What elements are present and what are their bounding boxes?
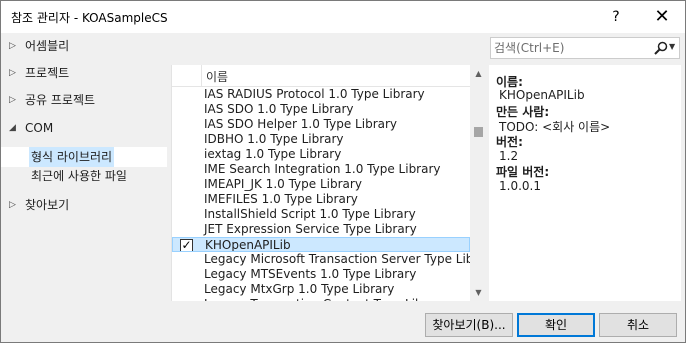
window-title: 참조 관리자 - KOASampleCS xyxy=(11,11,168,25)
list-row[interactable]: IAS SDO 1.0 Type Library xyxy=(172,102,470,117)
detail-file-version-value: 1.0.0.1 xyxy=(499,179,541,193)
list-row[interactable]: InstallShield Script 1.0 Type Library xyxy=(172,207,470,222)
details-pane: 이름: KHOpenAPILib 만든 사람: TODO: <회사 이름> 버전… xyxy=(489,65,681,301)
row-name: IDBHO 1.0 Type Library xyxy=(204,132,344,146)
row-name: IME Search Integration 1.0 Type Library xyxy=(204,162,441,176)
expand-arrow-icon[interactable]: ▷ xyxy=(9,194,19,216)
scroll-up-arrow-icon[interactable]: ▲ xyxy=(470,65,487,82)
browse-button[interactable]: 찾아보기(B)... xyxy=(425,313,513,337)
scroll-thumb[interactable] xyxy=(474,127,483,137)
title-bar: 참조 관리자 - KOASampleCS ? ✕ xyxy=(1,1,685,33)
list-row[interactable]: IAS RADIUS Protocol 1.0 Type Library xyxy=(172,87,470,102)
list-header: 이름 xyxy=(172,65,470,87)
list-row[interactable]: IDBHO 1.0 Type Library xyxy=(172,132,470,147)
row-name: JET Expression Service Type Library xyxy=(204,222,417,236)
list-row[interactable]: IME Search Integration 1.0 Type Library xyxy=(172,162,470,177)
list-row[interactable]: Legacy MTSEvents 1.0 Type Library xyxy=(172,267,470,282)
detail-version-value: 1.2 xyxy=(499,149,519,163)
type-library-list: 이름 IAS RADIUS Protocol 1.0 Type Library I… xyxy=(171,65,487,301)
nav-subitem-label: 최근에 사용한 파일 xyxy=(31,169,127,183)
search-input[interactable] xyxy=(494,40,644,56)
expand-arrow-icon[interactable]: ▷ xyxy=(9,89,19,111)
ok-button[interactable]: 확인 xyxy=(517,313,595,337)
cancel-button[interactable]: 취소 xyxy=(599,313,677,337)
row-name: Legacy Microsoft Transaction Server Type… xyxy=(204,252,470,266)
nav-item-com[interactable]: ◢ COM xyxy=(1,117,167,139)
name-column-header[interactable]: 이름 xyxy=(206,68,228,85)
list-row[interactable]: ✓ KHOpenAPILib xyxy=(172,237,470,252)
row-name: InstallShield Script 1.0 Type Library xyxy=(204,207,416,221)
nav-item-assemblies[interactable]: ▷ 어셈블리 xyxy=(1,35,167,57)
help-button[interactable]: ? xyxy=(593,1,639,33)
row-name: IMEAPI_JK 1.0 Type Library xyxy=(204,177,362,191)
nav-subitem-label: 형식 라이브러리 xyxy=(29,147,115,167)
nav-item-browse[interactable]: ▷ 찾아보기 xyxy=(1,194,167,216)
row-name: Legacy MTSEvents 1.0 Type Library xyxy=(204,267,417,281)
list-row[interactable]: JET Expression Service Type Library xyxy=(172,222,470,237)
nav-item-label: 프로젝트 xyxy=(25,66,70,80)
close-button[interactable]: ✕ xyxy=(639,1,685,33)
list-row[interactable]: IAS SDO Helper 1.0 Type Library xyxy=(172,117,470,132)
nav-item-label: COM xyxy=(25,121,54,135)
vertical-scrollbar[interactable]: ▲ ▼ xyxy=(470,65,487,301)
nav-item-label: 공유 프로젝트 xyxy=(25,93,96,107)
expand-arrow-icon[interactable]: ▷ xyxy=(9,35,19,57)
left-nav: ▷ 어셈블리 ▷ 프로젝트 ▷ 공유 프로젝트 ◢ COM 형식 라이브러리 최… xyxy=(1,33,167,301)
row-name: iextag 1.0 Type Library xyxy=(204,147,342,161)
row-name: Legacy MtxGrp 1.0 Type Library xyxy=(204,282,395,296)
search-icon[interactable] xyxy=(653,40,669,56)
row-name: IMEFILES 1.0 Type Library xyxy=(204,192,358,206)
nav-item-label: 어셈블리 xyxy=(25,39,70,53)
expand-arrow-icon[interactable]: ▷ xyxy=(9,62,19,84)
detail-name-value: KHOpenAPILib xyxy=(499,88,585,102)
detail-file-version-label: 파일 버전: xyxy=(496,165,550,179)
list-rows: IAS RADIUS Protocol 1.0 Type Library IAS … xyxy=(172,87,470,301)
list-row[interactable]: iextag 1.0 Type Library xyxy=(172,147,470,162)
collapse-arrow-icon[interactable]: ◢ xyxy=(9,117,19,139)
search-options-dropdown-icon[interactable]: ▼ xyxy=(669,42,675,51)
nav-item-shared-projects[interactable]: ▷ 공유 프로젝트 xyxy=(1,89,167,111)
list-row[interactable]: Legacy Microsoft Transaction Server Type… xyxy=(172,252,470,267)
detail-version-label: 버전: xyxy=(496,135,523,149)
nav-subitem-type-libraries[interactable]: 형식 라이브러리 xyxy=(1,147,167,167)
row-name: IAS SDO 1.0 Type Library xyxy=(204,102,354,116)
reference-manager-window: 참조 관리자 - KOASampleCS ? ✕ ▷ 어셈블리 ▷ 프로젝트 ▷… xyxy=(0,0,686,343)
nav-item-projects[interactable]: ▷ 프로젝트 xyxy=(1,62,167,84)
list-row[interactable]: IMEAPI_JK 1.0 Type Library xyxy=(172,177,470,192)
search-box[interactable]: ▼ xyxy=(490,37,680,59)
row-checkbox[interactable]: ✓ xyxy=(180,239,193,251)
dialog-footer: 찾아보기(B)... 확인 취소 xyxy=(1,301,685,342)
nav-item-label: 찾아보기 xyxy=(25,198,70,212)
row-name: KHOpenAPILib xyxy=(205,238,291,252)
row-name: IAS RADIUS Protocol 1.0 Type Library xyxy=(204,87,425,101)
nav-subitem-recent-files[interactable]: 최근에 사용한 파일 xyxy=(1,166,167,186)
list-row[interactable]: IMEFILES 1.0 Type Library xyxy=(172,192,470,207)
scroll-down-arrow-icon[interactable]: ▼ xyxy=(470,284,487,301)
list-row[interactable]: Legacy MtxGrp 1.0 Type Library xyxy=(172,282,470,297)
checkbox-column-header[interactable] xyxy=(172,65,202,86)
row-name: IAS SDO Helper 1.0 Type Library xyxy=(204,117,398,131)
